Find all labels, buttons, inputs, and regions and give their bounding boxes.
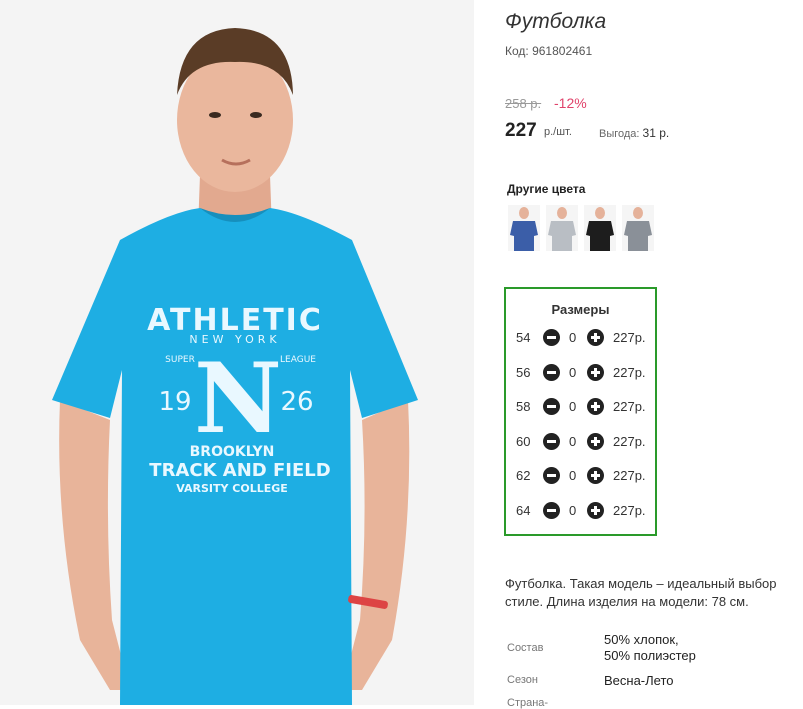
minus-icon[interactable] [543,433,560,450]
size-row: 56 0 227р. [506,363,655,383]
sizes-title: Размеры [551,302,610,317]
size-price: 227р. [613,434,646,449]
size-row: 54 0 227р. [506,328,655,348]
minus-icon[interactable] [543,467,560,484]
product-code: Код: 961802461 [505,44,593,58]
size-label: 54 [516,330,531,345]
size-label: 60 [516,434,531,449]
minus-icon[interactable] [543,398,560,415]
property-value-line: 50% хлопок, [604,632,679,647]
benefit-label: Выгода: [599,128,640,140]
size-label: 62 [516,468,531,483]
plus-icon[interactable] [587,467,604,484]
svg-text:TRACK AND FIELD: TRACK AND FIELD [149,460,330,481]
minus-icon[interactable] [543,329,560,346]
color-swatch-blue[interactable] [508,205,540,251]
plus-icon[interactable] [587,329,604,346]
size-label: 58 [516,399,531,414]
minus-icon[interactable] [543,502,560,519]
plus-icon[interactable] [587,364,604,381]
property-value-composition: 50% хлопок, 50% полиэстер [604,632,696,664]
color-swatch-light-gray[interactable] [546,205,578,251]
size-row: 60 0 227р. [506,432,655,452]
svg-text:BROOKLYN: BROOKLYN [190,444,275,460]
svg-text:SUPER: SUPER [165,355,195,365]
plus-icon[interactable] [587,433,604,450]
color-swatch-gray[interactable] [622,205,654,251]
property-label-composition: Состав [507,642,544,654]
size-price: 227р. [613,365,646,380]
svg-text:26: 26 [280,387,313,417]
property-label-season: Сезон [507,674,538,686]
product-title: Футболка [505,10,607,33]
description-line: Футболка. Такая модель – идеальный выбор [505,576,777,591]
product-photo: ATHLETIC NEW YORK SUPER LEAGUE 19 N 26 B… [0,0,474,705]
plus-icon[interactable] [587,502,604,519]
size-row: 64 0 227р. [506,501,655,521]
size-price: 227р. [613,468,646,483]
size-row: 62 0 227р. [506,466,655,486]
benefit-value: 31 р. [642,126,670,140]
svg-text:19: 19 [158,387,191,417]
other-colors-title: Другие цвета [507,182,586,196]
description-line: стиле. Длина изделия на модели: 78 см. [505,594,749,609]
size-quantity: 0 [569,503,577,518]
sizes-panel: Размеры 54 0 227р. 56 0 227р. 58 0 227р.… [504,287,657,536]
size-price: 227р. [613,399,646,414]
old-price: 258 р. [505,96,542,111]
color-swatches [508,205,654,251]
minus-icon[interactable] [543,364,560,381]
price-unit: р./шт. [544,126,572,138]
color-swatch-black[interactable] [584,205,616,251]
property-value-season: Весна-Лето [604,673,674,688]
size-label: 56 [516,365,531,380]
property-label-country: Страна- [507,697,549,709]
property-value-line: 50% полиэстер [604,648,696,663]
plus-icon[interactable] [587,398,604,415]
size-quantity: 0 [569,365,577,380]
benefit: Выгода: 31 р. [599,126,669,140]
size-quantity: 0 [569,434,577,449]
size-quantity: 0 [569,468,577,483]
product-description: Футболка. Такая модель – идеальный выбор… [505,575,803,611]
current-price: 227 [505,120,537,141]
size-quantity: 0 [569,330,577,345]
size-quantity: 0 [569,399,577,414]
size-price: 227р. [613,503,646,518]
svg-text:VARSITY COLLEGE: VARSITY COLLEGE [176,482,288,495]
size-row: 58 0 227р. [506,397,655,417]
discount-badge: -12% [554,95,587,111]
svg-text:LEAGUE: LEAGUE [280,355,316,365]
svg-text:N: N [194,342,282,455]
size-price: 227р. [613,330,646,345]
size-label: 64 [516,503,531,518]
